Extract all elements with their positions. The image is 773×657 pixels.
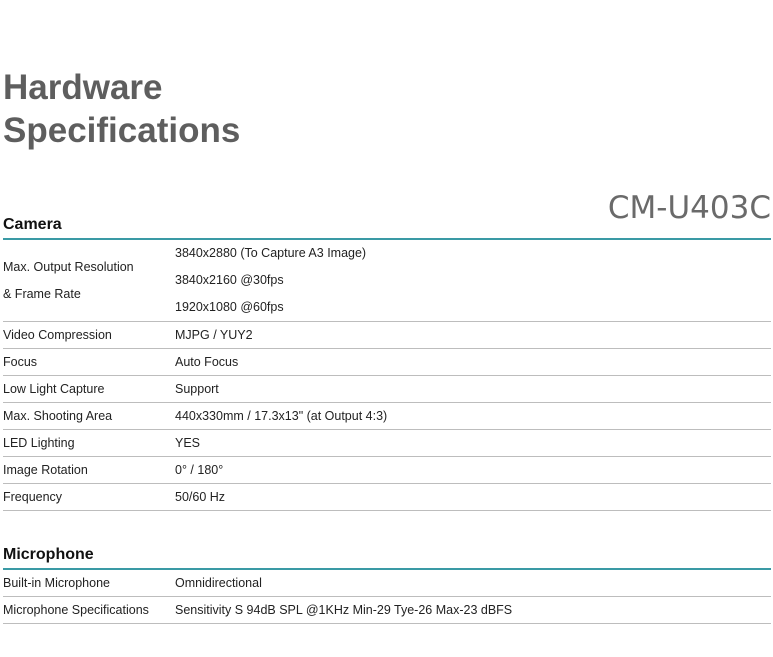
spec-row-frequency: Frequency 50/60 Hz	[3, 484, 771, 511]
camera-heading: Camera	[3, 215, 771, 240]
spec-value: YES	[175, 435, 201, 450]
spec-value: Auto Focus	[175, 354, 239, 369]
spec-label: Max. Shooting Area	[3, 408, 113, 423]
spec-value: 3840x2880 (To Capture A3 Image) 3840x216…	[175, 240, 771, 321]
spec-label: LED Lighting	[3, 435, 75, 450]
spec-value-line: 3840x2160 @30fps	[175, 273, 284, 287]
page-title-line-2: Specifications	[3, 111, 241, 150]
microphone-section: Microphone Built-in Microphone Omnidirec…	[3, 545, 771, 624]
spec-label: Video Compression	[3, 327, 112, 342]
spec-label: Focus	[3, 354, 38, 369]
spec-row-focus: Focus Auto Focus	[3, 349, 771, 376]
spec-row-builtin-mic: Built-in Microphone Omnidirectional	[3, 570, 771, 597]
spec-value: 0° / 180°	[175, 462, 224, 477]
spec-value: 440x330mm / 17.3x13" (at Output 4:3)	[175, 408, 388, 423]
microphone-heading: Microphone	[3, 545, 771, 570]
spec-label-line: & Frame Rate	[3, 286, 81, 301]
spec-label: Microphone Specifications	[3, 602, 149, 617]
spec-row-image-rotation: Image Rotation 0° / 180°	[3, 457, 771, 484]
spec-row-resolution: Max. Output Resolution & Frame Rate 3840…	[3, 240, 771, 322]
spec-value-line: 3840x2880 (To Capture A3 Image)	[175, 246, 367, 260]
spec-label: Built-in Microphone	[3, 575, 110, 590]
spec-value: MJPG / YUY2	[175, 327, 253, 342]
camera-section: Camera Max. Output Resolution & Frame Ra…	[3, 215, 771, 511]
spec-row-low-light: Low Light Capture Support	[3, 376, 771, 403]
spec-label: Max. Output Resolution & Frame Rate	[3, 240, 175, 321]
spec-value: Support	[175, 381, 219, 396]
spec-row-mic-specs: Microphone Specifications Sensitivity S …	[3, 597, 771, 624]
spec-label-line: Max. Output Resolution	[3, 259, 134, 274]
spec-value: Sensitivity S 94dB SPL @1KHz Min-29 Tye-…	[175, 602, 513, 617]
spec-value-line: 1920x1080 @60fps	[175, 300, 284, 314]
page-title: Hardware Specifications	[3, 66, 240, 152]
spec-value: Omnidirectional	[175, 575, 262, 590]
spec-row-led-lighting: LED Lighting YES	[3, 430, 771, 457]
spec-row-shooting-area: Max. Shooting Area 440x330mm / 17.3x13" …	[3, 403, 771, 430]
spec-label: Low Light Capture	[3, 381, 105, 396]
spec-row-video-compression: Video Compression MJPG / YUY2	[3, 322, 771, 349]
spec-value: 50/60 Hz	[175, 489, 226, 504]
page-title-line-1: Hardware	[3, 68, 163, 107]
spec-label: Frequency	[3, 489, 63, 504]
spec-label: Image Rotation	[3, 462, 88, 477]
